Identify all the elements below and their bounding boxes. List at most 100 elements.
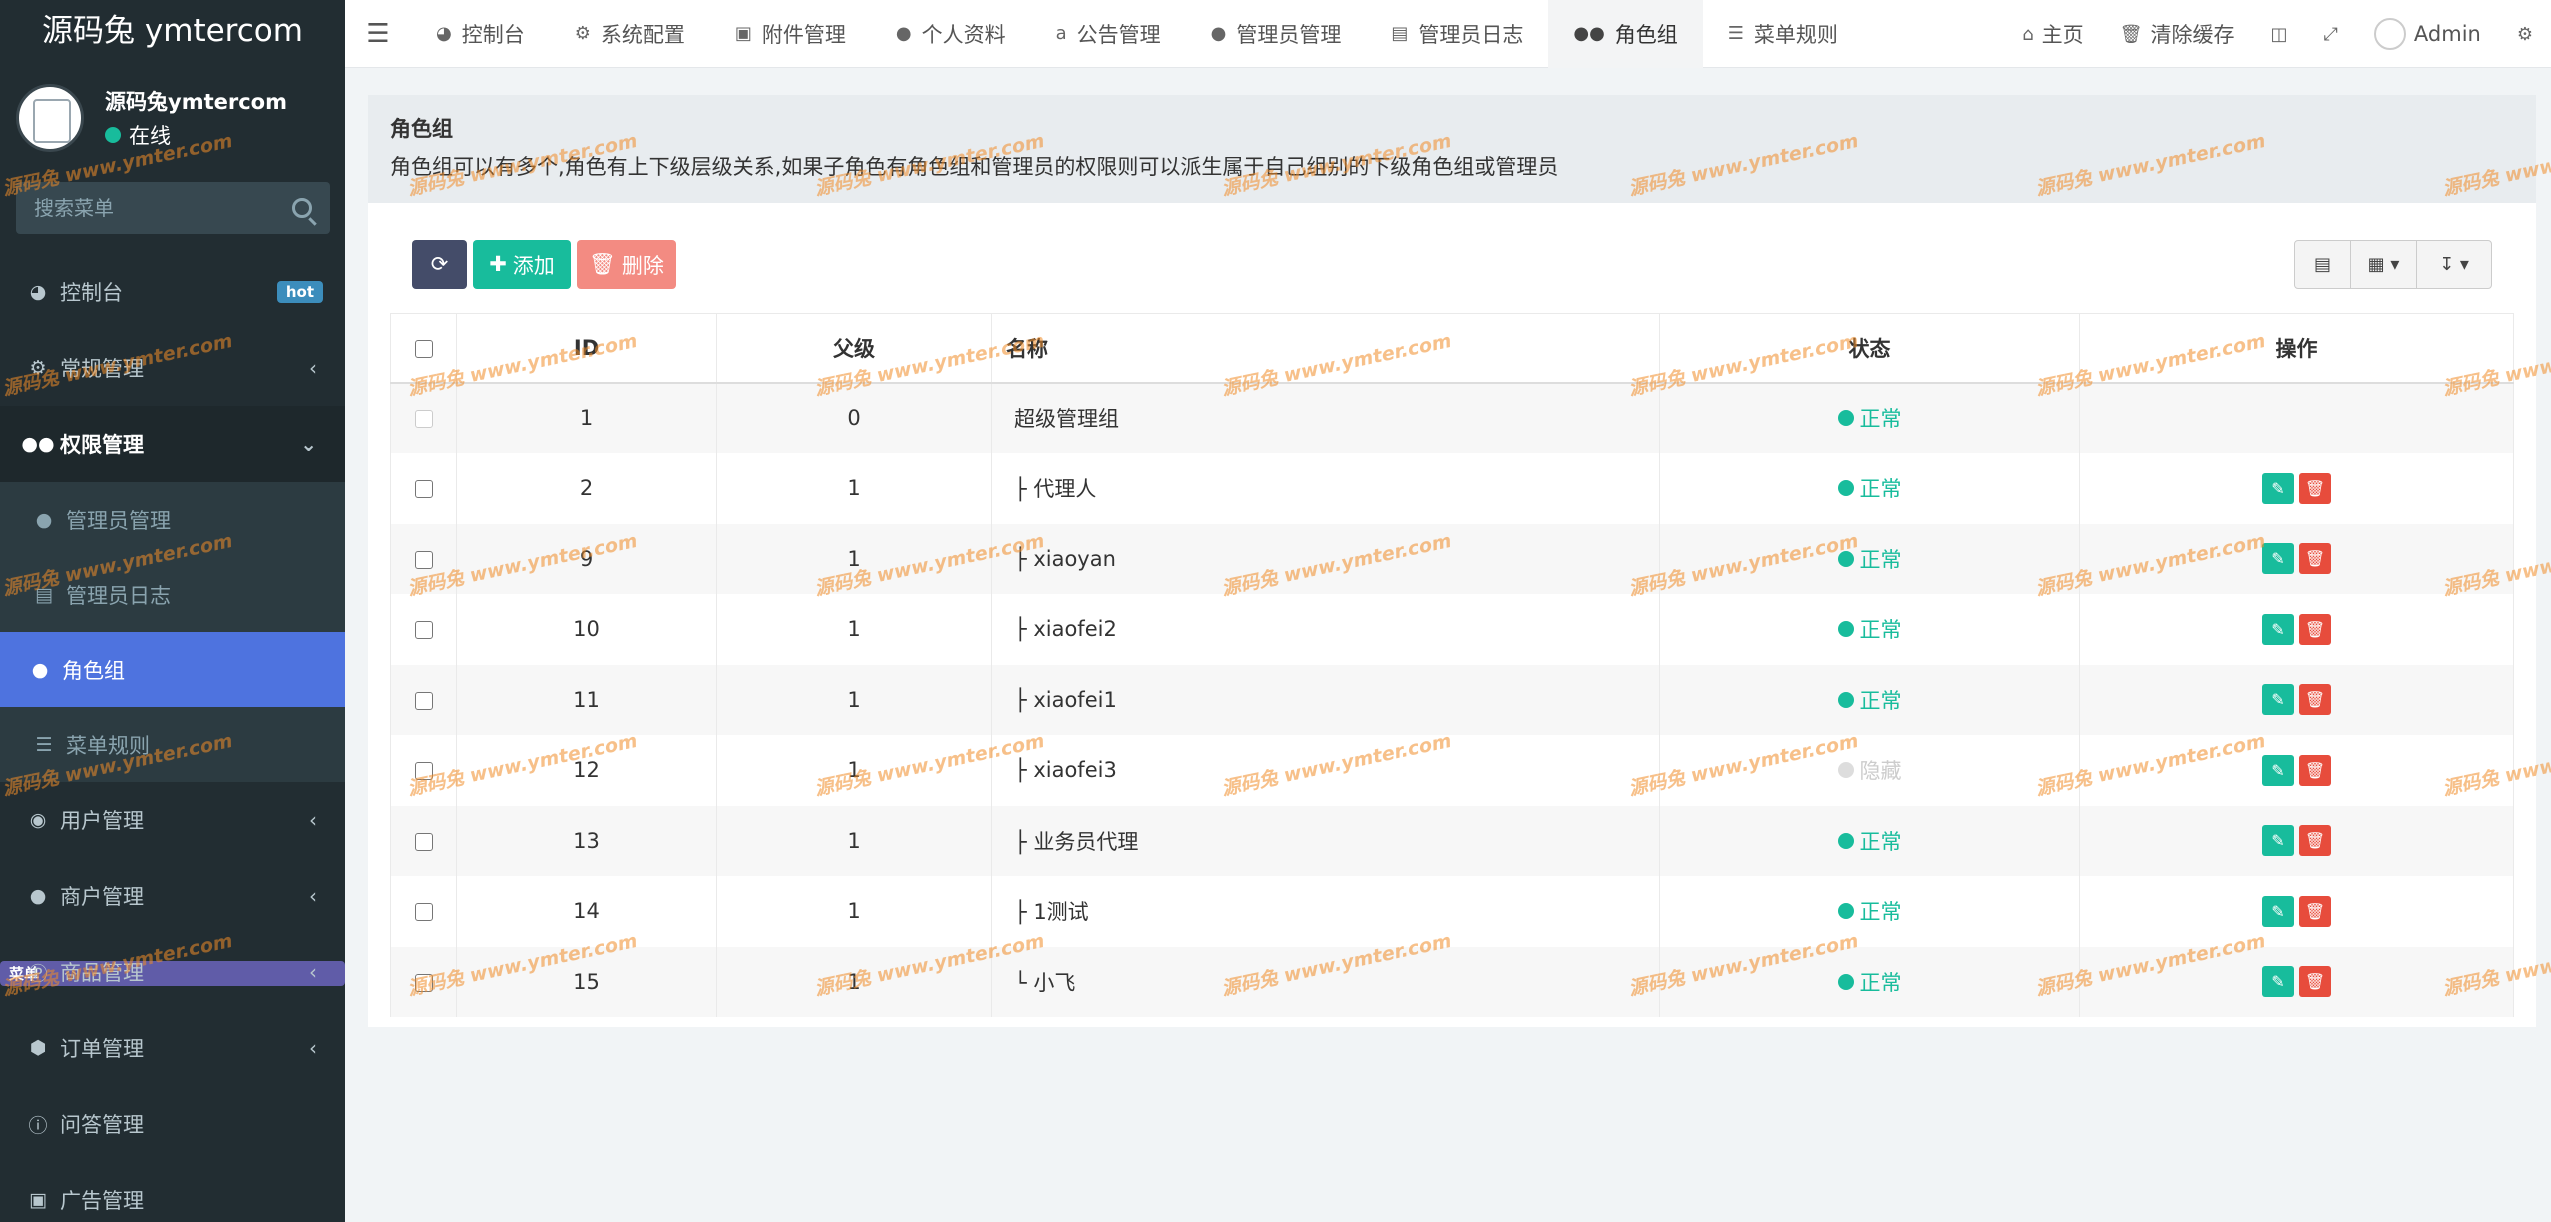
row-checkbox[interactable] — [414, 973, 433, 992]
tab-dashboard[interactable]: ◕ 控制台 — [411, 0, 550, 68]
sidebar-item-user[interactable]: ◉ 用户管理 ‹ — [0, 782, 345, 858]
search-icon[interactable] — [292, 198, 312, 218]
row-checkbox[interactable] — [414, 621, 433, 640]
delete-icon[interactable]: 🗑 — [2299, 966, 2331, 998]
delete-icon[interactable]: 🗑 — [2299, 613, 2331, 645]
tab-adminlog[interactable]: ▤ 管理员日志 — [1366, 0, 1548, 68]
cell-ops: ✎ 🗑 — [2079, 523, 2514, 594]
sidebar-toggle-icon[interactable]: ☰ — [345, 0, 411, 68]
cell-id: 11 — [456, 664, 717, 735]
delete-icon[interactable]: 🗑 — [2299, 543, 2331, 575]
edit-icon[interactable]: ✎ — [2262, 754, 2294, 786]
col-parent[interactable]: 父级 — [716, 313, 992, 384]
table-row[interactable]: 1 0 超级管理组 正常 — [390, 382, 2514, 453]
tab-config[interactable]: ⚙ 系统配置 — [550, 0, 710, 68]
row-checkbox[interactable] — [414, 550, 433, 569]
search-input[interactable] — [34, 196, 292, 220]
sidebar-item-ad[interactable]: ▣ 广告管理 — [0, 1162, 345, 1222]
row-checkbox[interactable] — [414, 480, 433, 499]
row-checkbox[interactable] — [414, 832, 433, 851]
sidebar-item-auth[interactable]: ●● 权限管理 ⌄ — [0, 406, 345, 482]
edit-icon[interactable]: ✎ — [2262, 825, 2294, 857]
status-badge[interactable]: 正常 — [1837, 685, 1902, 715]
columns-icon[interactable]: ▦ ▾ — [2351, 241, 2417, 288]
select-all-checkbox[interactable] — [414, 339, 433, 358]
sidebar-item-adminlog[interactable]: ▤ 管理员日志 — [0, 557, 345, 632]
row-checkbox[interactable] — [414, 410, 433, 429]
clear-cache-button[interactable]: 🗑 清除缓存 — [2102, 0, 2253, 68]
chevron-left-icon: ‹ — [309, 884, 317, 908]
cell-parent: 1 — [716, 453, 992, 524]
table-row[interactable]: 9 1 ├ xiaoyan 正常 ✎ 🗑 — [390, 523, 2514, 594]
row-checkbox[interactable] — [414, 691, 433, 710]
edit-icon[interactable]: ✎ — [2262, 895, 2294, 927]
toggle-view-icon[interactable]: ▤ — [2295, 241, 2351, 288]
delete-icon[interactable]: 🗑 — [2299, 825, 2331, 857]
sidebar-item-general[interactable]: ⚙ 常规管理 ‹ — [0, 330, 345, 406]
cell-parent: 1 — [716, 735, 992, 806]
status-badge[interactable]: 正常 — [1837, 403, 1902, 433]
status-badge[interactable]: 正常 — [1837, 614, 1902, 644]
brand-logo[interactable]: 源码兔 ymtercom — [0, 0, 345, 62]
status-badge[interactable]: 隐藏 — [1837, 755, 1902, 785]
table-row[interactable]: 13 1 ├ 业务员代理 正常 ✎ 🗑 — [390, 805, 2514, 876]
delete-icon[interactable]: 🗑 — [2299, 895, 2331, 927]
row-actions: ✎ 🗑 — [2262, 543, 2331, 575]
cell-ops: ✎ 🗑 — [2079, 453, 2514, 524]
sidebar-item-qa[interactable]: ⓘ 问答管理 — [0, 1086, 345, 1162]
refresh-icon: ⟳ — [430, 253, 449, 276]
status-badge[interactable]: 正常 — [1837, 544, 1902, 574]
top-navbar: ☰ ◕ 控制台 ⚙ 系统配置 ▣ 附件管理 ● 个人资料 a 公告管理 ● 管理员管理 ▤ 管… — [345, 0, 2551, 68]
sidebar-item-dashboard[interactable]: ◕ 控制台 hot — [0, 254, 345, 330]
table-row[interactable]: 10 1 ├ xiaofei2 正常 ✎ 🗑 — [390, 594, 2514, 665]
edit-icon[interactable]: ✎ — [2262, 613, 2294, 645]
edit-icon[interactable]: ✎ — [2262, 543, 2294, 575]
edit-icon[interactable]: ✎ — [2262, 472, 2294, 504]
table-row[interactable]: 11 1 ├ xiaofei1 正常 ✎ 🗑 — [390, 664, 2514, 735]
edit-icon[interactable]: ✎ — [2262, 966, 2294, 998]
add-button[interactable]: ✚ 添加 — [473, 240, 571, 289]
fullscreen-icon[interactable]: ⤢ — [2306, 0, 2356, 68]
status-badge[interactable]: 正常 — [1837, 967, 1902, 997]
delete-icon[interactable]: 🗑 — [2299, 684, 2331, 716]
col-id[interactable]: ID — [456, 313, 717, 384]
tab-attachment[interactable]: ▣ 附件管理 — [710, 0, 871, 68]
refresh-button[interactable]: ⟳ — [412, 240, 467, 289]
table-row[interactable]: 15 1 └ 小飞 正常 ✎ 🗑 — [390, 946, 2514, 1017]
table-body: 1 0 超级管理组 正常 2 1 ├ 代理人 正常 ✎ 🗑 9 1 ├ xiaoyan 正常 ✎ 🗑 10 1 ├ … — [390, 382, 2514, 1017]
sidebar-item-rule[interactable]: ☰ 菜单规则 菜单 — [0, 707, 345, 986]
home-link[interactable]: ⌂ 主页 — [2004, 0, 2101, 68]
sidebar-item-group[interactable]: ● 角色组 — [0, 632, 345, 707]
home-icon: ⌂ — [2022, 23, 2034, 45]
status-badge[interactable]: 正常 — [1837, 473, 1902, 503]
tab-notice[interactable]: a 公告管理 — [1031, 0, 1186, 68]
sidebar-item-merchant[interactable]: ● 商户管理 ‹ — [0, 858, 345, 934]
row-checkbox[interactable] — [414, 762, 433, 781]
cell-ops: ✎ 🗑 — [2079, 664, 2514, 735]
tab-profile[interactable]: ● 个人资料 — [871, 0, 1031, 68]
sidebar-item-order[interactable]: ⬢ 订单管理 ‹ — [0, 1010, 345, 1086]
settings-gear-icon[interactable]: ⚙ — [2499, 0, 2551, 68]
status-badge[interactable]: 正常 — [1837, 896, 1902, 926]
col-status[interactable]: 状态 — [1659, 313, 2080, 384]
language-icon[interactable]: ◫ — [2253, 0, 2306, 68]
admin-menu[interactable]: Admin — [2356, 0, 2499, 68]
tab-group[interactable]: ●● 角色组 — [1548, 0, 1703, 68]
col-name[interactable]: 名称 — [991, 313, 1660, 384]
status-badge[interactable]: 正常 — [1837, 826, 1902, 856]
table-row[interactable]: 12 1 ├ xiaofei3 隐藏 ✎ 🗑 — [390, 735, 2514, 806]
cog-icon: ⚙ — [574, 23, 591, 44]
edit-icon[interactable]: ✎ — [2262, 684, 2294, 716]
sidebar-item-admin[interactable]: ● 管理员管理 — [0, 482, 345, 557]
tab-admin[interactable]: ● 管理员管理 — [1186, 0, 1367, 68]
table-row[interactable]: 14 1 ├ 1测试 正常 ✎ 🗑 — [390, 876, 2514, 947]
sidebar-item-product[interactable]: Ⓟ 商品管理 ‹ — [0, 934, 345, 1010]
table-row[interactable]: 2 1 ├ 代理人 正常 ✎ 🗑 — [390, 453, 2514, 524]
tab-rule[interactable]: ☰ 菜单规则 — [1703, 0, 1863, 68]
row-checkbox[interactable] — [414, 903, 433, 922]
cell-parent: 0 — [716, 382, 992, 453]
export-icon[interactable]: ↧ ▾ — [2417, 241, 2491, 288]
delete-icon[interactable]: 🗑 — [2299, 472, 2331, 504]
delete-button[interactable]: 🗑 删除 — [577, 240, 676, 289]
delete-icon[interactable]: 🗑 — [2299, 754, 2331, 786]
